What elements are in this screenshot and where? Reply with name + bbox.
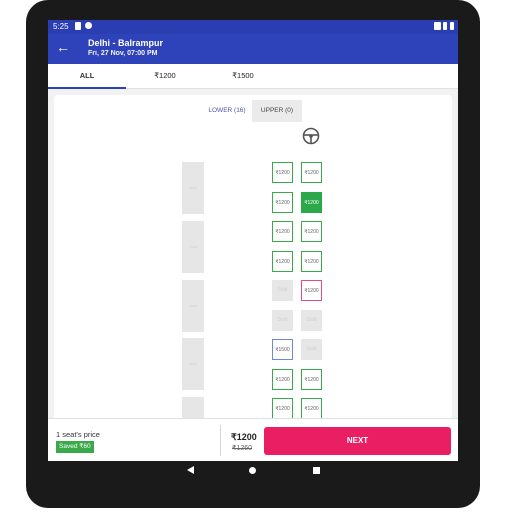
seat-available[interactable]: ₹1200 <box>301 251 322 272</box>
savings-badge: Saved ₹60 <box>56 441 94 453</box>
nav-home-icon[interactable] <box>249 467 256 474</box>
signal-icon <box>443 22 447 30</box>
seat-other[interactable]: ₹1500 <box>272 339 293 360</box>
price-filter-tabs: ALL ₹1200 ₹1500 <box>48 64 458 89</box>
total-price: ₹1200 <box>231 432 257 442</box>
seat-sold: Sold <box>272 310 293 331</box>
battery-icon <box>450 22 454 30</box>
seat-available[interactable]: ₹1200 <box>272 369 293 390</box>
booking-footer: 1 seat's price Saved ₹60 ₹1200 ₹1260 NEX… <box>48 418 458 461</box>
seat-map-card: LOWER (16) UPPER (0) Sold Sold Sold Sold… <box>54 95 452 449</box>
seat-available[interactable]: ₹1200 <box>301 369 322 390</box>
sync-icon <box>85 22 92 29</box>
sleeper-seat-sold: Sold <box>182 162 204 214</box>
lower-deck-tab[interactable]: LOWER (16) <box>204 100 250 122</box>
seat-available[interactable]: ₹1200 <box>301 221 322 242</box>
seat-available[interactable]: ₹1200 <box>272 192 293 213</box>
seat-sold: Sold <box>272 280 293 301</box>
sleeper-seat-sold: Sold <box>182 280 204 332</box>
seat-available[interactable]: ₹1200 <box>272 398 293 419</box>
status-bar: 5:25 <box>48 20 458 34</box>
sim-icon <box>75 22 81 30</box>
tab-1500[interactable]: ₹1500 <box>204 64 282 88</box>
seat-available[interactable]: ₹1200 <box>272 221 293 242</box>
seat-sold: Sold <box>301 339 322 360</box>
next-button[interactable]: NEXT <box>264 427 451 455</box>
nav-back-icon[interactable] <box>187 466 194 474</box>
upper-deck-tab[interactable]: UPPER (0) <box>252 100 302 122</box>
tab-all[interactable]: ALL <box>48 64 126 88</box>
status-time: 5:25 <box>53 22 69 31</box>
sleeper-seat-sold: Sold <box>182 221 204 273</box>
seat-sold: Sold <box>301 310 322 331</box>
journey-date: Fri, 27 Nov, 07:00 PM <box>88 50 158 57</box>
nav-recent-icon[interactable] <box>313 467 320 474</box>
steering-wheel-icon <box>302 127 320 145</box>
footer-divider <box>220 425 221 456</box>
original-price: ₹1260 <box>232 445 253 452</box>
seat-available[interactable]: ₹1200 <box>272 251 293 272</box>
route-title: Delhi - Balrampur <box>88 38 164 48</box>
seat-price-caption: 1 seat's price <box>56 430 100 439</box>
seat-available[interactable]: ₹1200 <box>301 398 322 419</box>
seat-selected[interactable]: ₹1200 <box>301 192 322 213</box>
system-nav-bar <box>48 461 458 481</box>
screen: 5:25 ← Delhi - Balrampur Fri, 27 Nov, 07… <box>48 20 458 461</box>
seat-ladies[interactable]: ₹1200 <box>301 280 322 301</box>
seat-layout-area: LOWER (16) UPPER (0) Sold Sold Sold Sold… <box>48 89 458 449</box>
wifi-icon <box>434 22 441 30</box>
seat-available[interactable]: ₹1200 <box>272 162 293 183</box>
back-arrow-icon[interactable]: ← <box>56 39 70 55</box>
tab-1200[interactable]: ₹1200 <box>126 64 204 88</box>
seat-available[interactable]: ₹1200 <box>301 162 322 183</box>
app-bar: ← Delhi - Balrampur Fri, 27 Nov, 07:00 P… <box>48 34 458 64</box>
sleeper-seat-sold: Sold <box>182 338 204 390</box>
